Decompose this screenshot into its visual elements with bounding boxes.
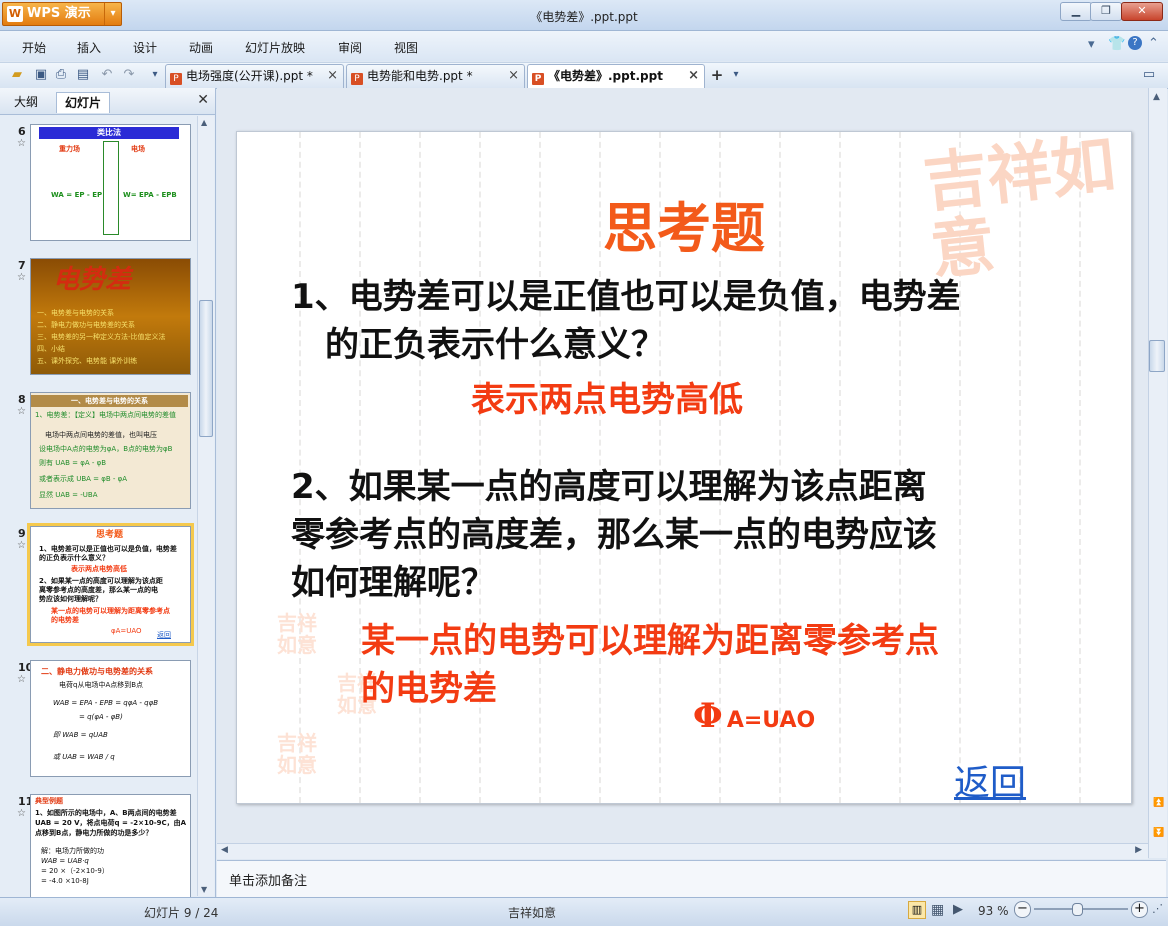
menu-start[interactable]: 开始 [22,39,46,56]
menu-design[interactable]: 设计 [133,39,157,56]
question-2-line-1: 2、如果某一点的高度可以理解为该点距离 [291,467,927,507]
tab-list-icon[interactable]: ▭ [1142,68,1156,82]
slide-thumbnail-7[interactable]: 电势差 一、电势差与电势的关系 二、静电力做功与电势差的关系 三、电势差的另一种… [30,258,191,375]
normal-view-icon[interactable]: ▥ [908,901,926,919]
zoom-level: 93 % [978,904,1009,918]
scroll-up-icon[interactable]: ▲ [1153,92,1160,102]
menu-view[interactable]: 视图 [394,39,418,56]
animation-star-icon: ☆ [17,540,26,551]
slide-title: 思考题 [603,196,765,260]
slides-panel: 大纲 幻灯片 ✕ 6 ☆ 类比法 重力场 电场 WA = EP - EP W= … [0,88,216,898]
theme-name: 吉祥如意 [508,906,557,920]
scroll-down-icon[interactable]: ▼ [201,885,207,894]
title-bar: W WPS 演示 ▾ 《电势差》.ppt.ppt ▁ ❐ ✕ [0,0,1168,31]
minimize-button[interactable]: ▁ [1060,2,1092,21]
slide-scroll-thumb[interactable] [1149,340,1165,372]
phi-symbol: Φ [693,696,723,736]
tab-outline[interactable]: 大纲 [6,92,46,112]
question-1-line-2: 的正负表示什么意义？ [325,325,665,365]
answer-2-line-1: 某一点的电势可以理解为距离零参考点 [361,621,939,661]
close-icon[interactable]: ✕ [197,92,209,108]
undo-icon[interactable]: ↶ [100,68,114,82]
animation-star-icon: ☆ [17,406,26,417]
open-folder-icon[interactable]: ▰ [10,68,24,82]
menu-review[interactable]: 审阅 [338,39,362,56]
maximize-button[interactable]: ❐ [1090,2,1122,21]
chevron-down-icon[interactable]: ▾ [1088,37,1095,52]
save-icon[interactable]: ▣ [34,68,48,82]
animation-star-icon: ☆ [17,808,26,819]
animation-star-icon: ☆ [17,674,26,685]
slide-horizontal-scrollbar[interactable]: ◀ ▶ [217,843,1148,859]
question-1-line-1: 1、电势差可以是正值也可以是负值，电势差 [291,277,961,317]
window-title: 《电势差》.ppt.ppt [530,10,638,24]
formula-expression: A=UAO [726,708,816,733]
menu-animation[interactable]: 动画 [189,39,213,56]
answer-2-line-2: 的电势差 [361,669,497,709]
scroll-right-icon[interactable]: ▶ [1135,845,1142,855]
menu-slideshow[interactable]: 幻灯片放映 [245,39,305,56]
menu-insert[interactable]: 插入 [77,39,101,56]
slide-counter: 幻灯片 9 / 24 [144,906,219,920]
new-tab-icon[interactable]: + [710,68,724,83]
formula: Φ A=UAO [693,696,815,736]
slide-thumbnail-11[interactable]: 典型例题 1、如图所示的电场中，A、B两点间的电势差 UAB = 20 V，将点… [30,794,191,898]
slide-thumbnail-6[interactable]: 类比法 重力场 电场 WA = EP - EP W= EPA - EPB [30,124,191,241]
animation-star-icon: ☆ [17,138,26,149]
ppt-file-icon: P [170,73,182,85]
print-icon[interactable]: ⎙ [54,68,68,82]
tab-slides[interactable]: 幻灯片 [56,92,111,113]
tab-potential-energy[interactable]: P 电势能和电势.ppt * × [346,64,525,88]
scroll-up-icon[interactable]: ▲ [201,118,207,127]
tab-potential-difference[interactable]: P 《电势差》.ppt.ppt × [527,64,705,88]
close-tab-icon[interactable]: × [327,65,338,87]
auspicious-stamp-small: 吉祥如意 [277,731,317,777]
zoom-in-button[interactable]: + [1131,901,1148,918]
zoom-slider-handle[interactable] [1072,903,1083,916]
slide-thumbnail-9[interactable]: 思考题 1、电势差可以是正值也可以是负值，电势差的正负表示什么意义？ 表示两点电… [30,526,191,643]
slide-thumbnail-8[interactable]: 一、电势差与电势的关系 1、电势差：【定义】电场中两点间电势的差值 电场中两点间… [30,392,191,509]
quick-toolbar: ▰ ▣ ⎙ ▤ ↶ ↷ ▾ P 电场强度(公开课).ppt * × P 电势能和电势… [0,62,1168,89]
next-slide-icon[interactable]: ⏬ [1153,828,1164,838]
slideshow-icon[interactable]: ▶ [953,902,963,917]
status-bar: 幻灯片 9 / 24 吉祥如意 ▥ ▦ ▶ 93 % − + ⋰ [0,897,1168,926]
zoom-out-button[interactable]: − [1014,901,1031,918]
slide-sorter-icon[interactable]: ▦ [931,902,944,918]
close-tab-icon[interactable]: × [688,65,699,87]
expand-icon[interactable]: ⌃ [1148,36,1159,51]
question-2-line-3: 如何理解呢？ [291,563,495,603]
thumb-number: 7 [18,259,26,272]
customize-toolbar-icon[interactable]: ▾ [148,68,162,82]
slide-thumbnail-10[interactable]: 二、静电力做功与电势差的关系 电荷q从电场中A点移到B点 WAB = EPA -… [30,660,191,777]
answer-1: 表示两点电势高低 [471,380,743,420]
chevron-down-icon[interactable]: ▾ [729,68,743,82]
panel-scrollbar[interactable]: ▲ ▼ [197,116,214,896]
close-button[interactable]: ✕ [1121,2,1163,21]
redo-icon[interactable]: ↷ [122,68,136,82]
tab-electric-field[interactable]: P 电场强度(公开课).ppt * × [165,64,344,88]
thumb-number: 9 [18,527,26,540]
slide-vertical-scrollbar[interactable]: ▲ ⏫ ⏬ [1148,88,1167,858]
back-link[interactable]: 返回 [954,754,1026,803]
resize-grip-icon[interactable]: ⋰ [1152,902,1163,915]
menu-bar: 开始 插入 设计 动画 幻灯片放映 审阅 视图 ▾ 👕 ? ⌃ [0,31,1168,61]
notes-placeholder: 单击添加备注 [229,874,308,889]
previous-slide-icon[interactable]: ⏫ [1153,798,1164,808]
animation-star-icon: ☆ [17,272,26,283]
slide-canvas[interactable]: 吉祥如意 吉祥如意 吉祥如意 吉祥如意 思考题 1、电势差可以是正值也可以是负值… [236,131,1132,804]
thumb-number: 8 [18,393,26,406]
help-icon[interactable]: ? [1128,36,1142,50]
ppt-file-icon: P [532,73,544,85]
auspicious-stamp-small: 吉祥如意 [277,611,317,657]
notes-area[interactable]: 单击添加备注 [217,860,1166,897]
ppt-file-icon: P [351,73,363,85]
scroll-left-icon[interactable]: ◀ [221,845,228,855]
panel-scroll-thumb[interactable] [199,300,213,437]
question-2-line-2: 零参考点的高度差，那么某一点的电势应该 [291,515,937,555]
skin-icon[interactable]: 👕 [1108,36,1125,52]
print-preview-icon[interactable]: ▤ [76,68,90,82]
panel-tabs: 大纲 幻灯片 ✕ [0,88,215,115]
close-tab-icon[interactable]: × [508,65,519,87]
thumb-number: 6 [18,125,26,138]
